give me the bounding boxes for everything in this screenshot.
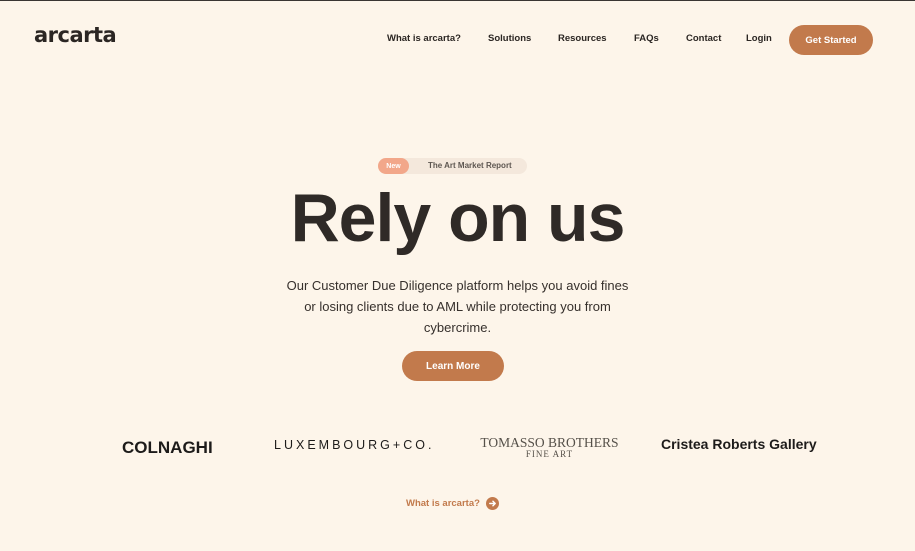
announcement-text: The Art Market Report bbox=[428, 161, 512, 170]
hero-title: Rely on us bbox=[290, 180, 626, 256]
main-nav: What is arcarta? Solutions Resources FAQ… bbox=[0, 33, 915, 47]
tomasso-brothers-logo: TOMASSO BROTHERS FINE ART bbox=[478, 435, 621, 459]
what-is-arcarta-link[interactable]: What is arcarta? bbox=[406, 495, 499, 511]
arrow-right-circle-icon bbox=[485, 496, 499, 510]
announcement-pill[interactable]: New The Art Market Report bbox=[378, 158, 527, 174]
nav-what-is-arcarta[interactable]: What is arcarta? bbox=[387, 33, 461, 44]
nav-login[interactable]: Login bbox=[746, 33, 772, 44]
nav-faqs[interactable]: FAQs bbox=[634, 33, 659, 44]
new-badge: New bbox=[378, 158, 409, 174]
get-started-button[interactable]: Get Started bbox=[789, 25, 873, 55]
nav-solutions[interactable]: Solutions bbox=[488, 33, 531, 44]
cristea-roberts-logo: Cristea Roberts Gallery bbox=[661, 436, 817, 452]
nav-contact[interactable]: Contact bbox=[686, 33, 721, 44]
nav-resources[interactable]: Resources bbox=[558, 33, 607, 44]
learn-more-button[interactable]: Learn More bbox=[402, 351, 504, 381]
site-header: arcarta What is arcarta? Solutions Resou… bbox=[0, 1, 915, 79]
luxembourg-co-logo: LUXEMBOURG+CO. bbox=[274, 438, 435, 452]
what-is-arcarta-label: What is arcarta? bbox=[406, 497, 480, 509]
colnaghi-logo: COLNAGHI bbox=[122, 438, 213, 457]
client-logos: COLNAGHI LUXEMBOURG+CO. TOMASSO BROTHERS… bbox=[0, 429, 915, 465]
hero-subtitle: Our Customer Due Diligence platform help… bbox=[286, 278, 629, 335]
